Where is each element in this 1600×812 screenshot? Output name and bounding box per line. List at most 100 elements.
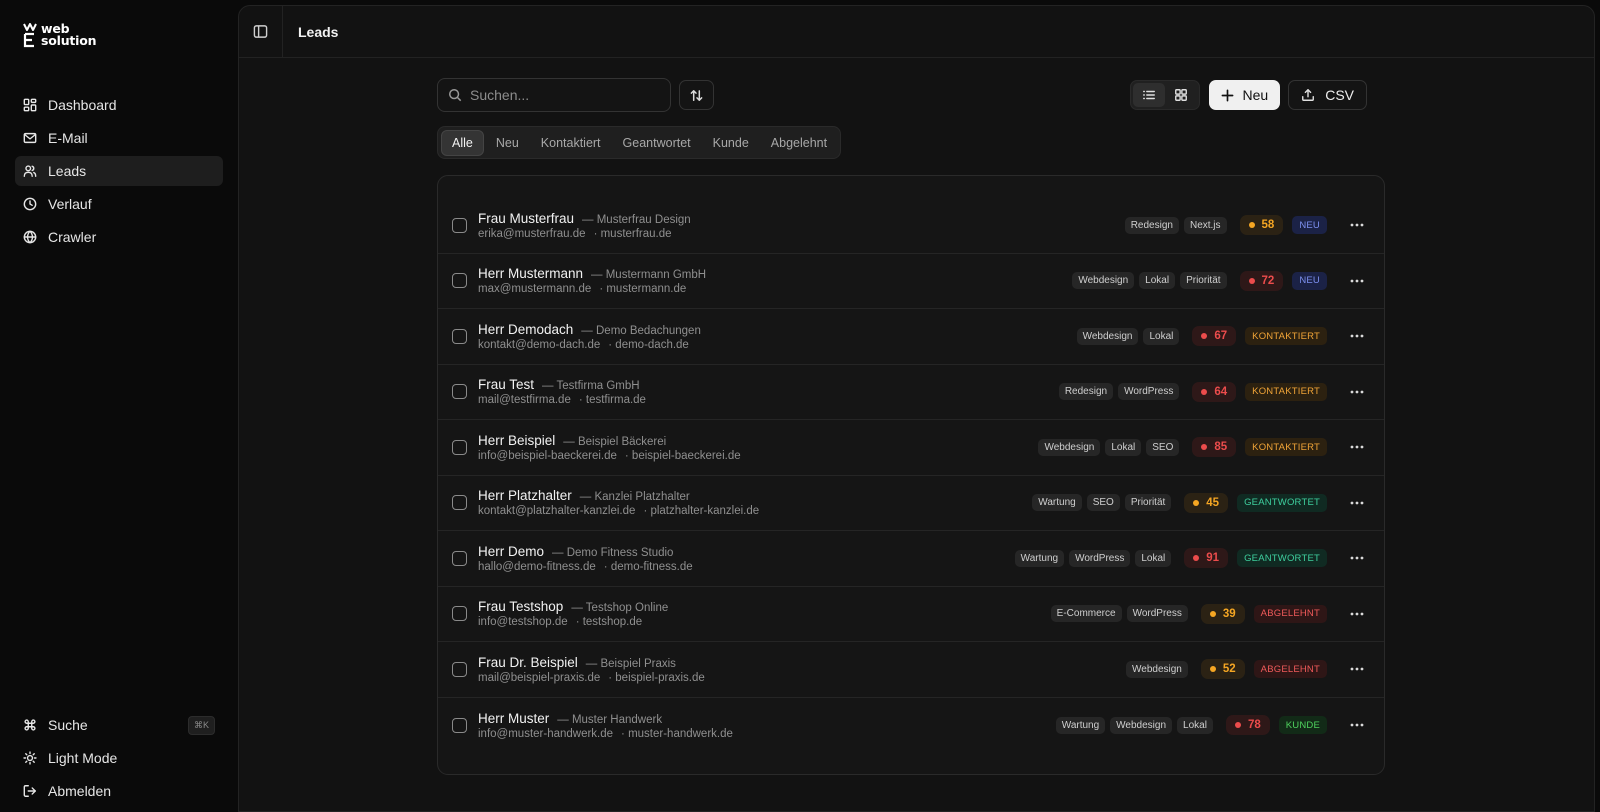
lead-score: 72 xyxy=(1261,274,1275,287)
grid-icon xyxy=(1174,89,1187,101)
lead-row[interactable]: Frau Testshop — Testshop Online info@tes… xyxy=(438,587,1384,642)
lead-company: — Kanzlei Platzhalter xyxy=(579,491,690,504)
brand-logo[interactable]: web solution xyxy=(23,20,223,50)
sort-icon xyxy=(690,89,703,101)
row-actions-button[interactable] xyxy=(1344,603,1370,625)
row-checkbox[interactable] xyxy=(452,661,467,677)
sidebar-toggle-button[interactable] xyxy=(239,6,283,58)
row-actions-button[interactable] xyxy=(1344,547,1370,569)
grid-view-button[interactable] xyxy=(1165,83,1197,107)
lead-info: Frau Musterfrau — Musterfrau Design erik… xyxy=(478,211,691,240)
sidebar-item-label: Verlauf xyxy=(48,196,92,212)
mail-icon xyxy=(23,132,37,144)
search-box[interactable] xyxy=(437,78,671,112)
row-checkbox[interactable] xyxy=(452,439,467,455)
lead-row[interactable]: Frau Test — Testfirma GmbH mail@testfirm… xyxy=(438,365,1384,420)
lead-score-badge: 64 xyxy=(1192,381,1237,402)
csv-export-label: CSV xyxy=(1325,87,1354,103)
tab-geantwortet[interactable]: Geantwortet xyxy=(613,130,701,156)
lead-name[interactable]: Herr Demo xyxy=(478,544,544,559)
row-actions-button[interactable] xyxy=(1344,658,1370,680)
sidebar-item-light-mode[interactable]: Light Mode xyxy=(15,743,223,773)
score-dot-icon xyxy=(1201,444,1208,451)
row-actions-button[interactable] xyxy=(1344,214,1370,236)
sidebar-item-abmelden[interactable]: Abmelden xyxy=(15,776,223,806)
lead-website: · testfirma.de xyxy=(578,394,646,407)
lead-email: mail@testfirma.de xyxy=(478,394,571,407)
lead-row[interactable]: Frau Musterfrau — Musterfrau Design erik… xyxy=(438,198,1384,254)
lead-name[interactable]: Herr Platzhalter xyxy=(478,488,572,503)
row-checkbox[interactable] xyxy=(452,550,467,566)
row-actions-button[interactable] xyxy=(1344,381,1370,403)
status-badge: KONTAKTIERT xyxy=(1245,327,1327,346)
tab-kontaktiert[interactable]: Kontaktiert xyxy=(531,130,611,156)
row-checkbox[interactable] xyxy=(452,717,467,733)
sidebar-item-label: Crawler xyxy=(48,229,97,245)
row-actions-button[interactable] xyxy=(1344,325,1370,347)
lead-company: — Demo Fitness Studio xyxy=(552,546,674,559)
sidebar-toggle-icon xyxy=(253,25,268,38)
lead-tag: SEO xyxy=(1086,494,1120,512)
search-input[interactable] xyxy=(470,87,650,103)
lead-row[interactable]: Herr Platzhalter — Kanzlei Platzhalter k… xyxy=(438,476,1384,531)
lead-name[interactable]: Frau Test xyxy=(478,377,534,392)
sidebar-item-email[interactable]: E-Mail xyxy=(15,123,223,153)
row-checkbox[interactable] xyxy=(452,273,467,289)
lead-score-badge: 67 xyxy=(1192,326,1237,347)
row-actions-button[interactable] xyxy=(1344,436,1370,458)
sidebar-item-leads[interactable]: Leads xyxy=(15,156,223,186)
lead-website: · beispiel-baeckerei.de xyxy=(624,449,741,462)
lead-website: · beispiel-praxis.de xyxy=(608,671,705,684)
page-title: Leads xyxy=(298,23,339,40)
lead-info: Herr Demo — Demo Fitness Studio hallo@de… xyxy=(478,544,693,573)
view-toggle xyxy=(1129,80,1200,110)
lead-meta: Webdesign 52 ABGELEHNT xyxy=(1126,658,1370,680)
upload-icon xyxy=(1302,89,1315,101)
lead-row[interactable]: Herr Demodach — Demo Bedachungen kontakt… xyxy=(438,309,1384,365)
brand-line2: solution xyxy=(41,33,97,48)
row-actions-button[interactable] xyxy=(1344,492,1370,514)
sidebar-item-label: E-Mail xyxy=(48,130,88,146)
topbar: Leads xyxy=(239,6,1594,58)
new-lead-button[interactable]: Neu xyxy=(1208,80,1281,110)
lead-meta: Wartung Webdesign Lokal 78 KUNDE xyxy=(1055,714,1370,736)
tab-alle[interactable]: Alle xyxy=(441,130,484,156)
lead-name[interactable]: Frau Dr. Beispiel xyxy=(478,655,578,670)
status-badge: KONTAKTIERT xyxy=(1245,382,1327,401)
row-actions-button[interactable] xyxy=(1344,270,1370,292)
tab-kunde[interactable]: Kunde xyxy=(703,130,759,156)
csv-export-button[interactable]: CSV xyxy=(1288,80,1367,110)
row-checkbox[interactable] xyxy=(452,384,467,400)
lead-row[interactable]: Herr Demo — Demo Fitness Studio hallo@de… xyxy=(438,531,1384,587)
lead-name[interactable]: Frau Testshop xyxy=(478,599,563,614)
tab-abgelehnt[interactable]: Abgelehnt xyxy=(761,130,837,156)
sidebar-item-dashboard[interactable]: Dashboard xyxy=(15,90,223,120)
lead-tag: SEO xyxy=(1146,438,1180,456)
lead-website: · testshop.de xyxy=(575,616,643,629)
sidebar-item-crawler[interactable]: Crawler xyxy=(15,222,223,252)
lead-score: 85 xyxy=(1214,441,1228,454)
tab-neu[interactable]: Neu xyxy=(486,130,529,156)
sort-button[interactable] xyxy=(679,80,714,110)
row-checkbox[interactable] xyxy=(452,217,467,233)
lead-name[interactable]: Frau Musterfrau xyxy=(478,211,574,226)
row-checkbox[interactable] xyxy=(452,328,467,344)
lead-name[interactable]: Herr Mustermann xyxy=(478,266,583,281)
sidebar-item-suche[interactable]: Suche ⌘K xyxy=(15,710,223,740)
row-actions-button[interactable] xyxy=(1344,714,1370,736)
row-checkbox[interactable] xyxy=(452,495,467,511)
lead-name[interactable]: Herr Demodach xyxy=(478,322,573,337)
row-checkbox[interactable] xyxy=(452,606,467,622)
lead-row[interactable]: Herr Beispiel — Beispiel Bäckerei info@b… xyxy=(438,420,1384,476)
lead-email: kontakt@demo-dach.de xyxy=(478,338,601,351)
lead-email: mail@beispiel-praxis.de xyxy=(478,671,601,684)
lead-score-badge: 91 xyxy=(1184,548,1229,569)
list-view-button[interactable] xyxy=(1132,83,1165,107)
lead-row[interactable]: Frau Dr. Beispiel — Beispiel Praxis mail… xyxy=(438,642,1384,698)
lead-row[interactable]: Herr Muster — Muster Handwerk info@muste… xyxy=(438,698,1384,754)
lead-score: 67 xyxy=(1214,330,1228,343)
sidebar-item-verlauf[interactable]: Verlauf xyxy=(15,189,223,219)
lead-name[interactable]: Herr Muster xyxy=(478,711,549,726)
lead-row[interactable]: Herr Mustermann — Mustermann GmbH max@mu… xyxy=(438,254,1384,309)
lead-name[interactable]: Herr Beispiel xyxy=(478,433,555,448)
